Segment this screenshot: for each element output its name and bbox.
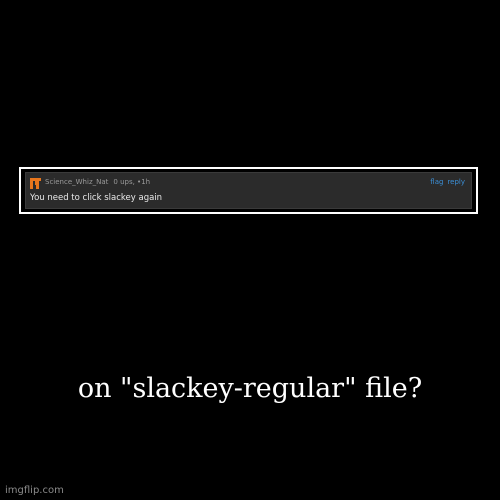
meme-canvas: Science_Whiz_Nat 0 ups, •1h flag reply You… <box>0 0 500 500</box>
orange-pixel-avatar-icon[interactable] <box>30 178 41 189</box>
comment-meta: Science_Whiz_Nat 0 ups, •1h <box>45 178 150 187</box>
imgflip-watermark: imgflip.com <box>5 485 64 496</box>
reply-link[interactable]: reply <box>447 178 465 186</box>
comment-card: Science_Whiz_Nat 0 ups, •1h flag reply You… <box>25 172 472 209</box>
meta-separator: , • <box>132 178 142 186</box>
comment-time: 1h <box>141 178 151 186</box>
comment-actions: flag reply <box>430 178 465 187</box>
flag-link[interactable]: flag <box>430 178 443 186</box>
meme-caption: on "slackey-regular" file? <box>77 373 423 404</box>
comment-ups: 0 ups <box>113 178 133 186</box>
comment-text: You need to click slackey again <box>30 193 163 203</box>
comment-username[interactable]: Science_Whiz_Nat <box>45 178 108 186</box>
screenshot-frame: Science_Whiz_Nat 0 ups, •1h flag reply You… <box>19 167 478 214</box>
